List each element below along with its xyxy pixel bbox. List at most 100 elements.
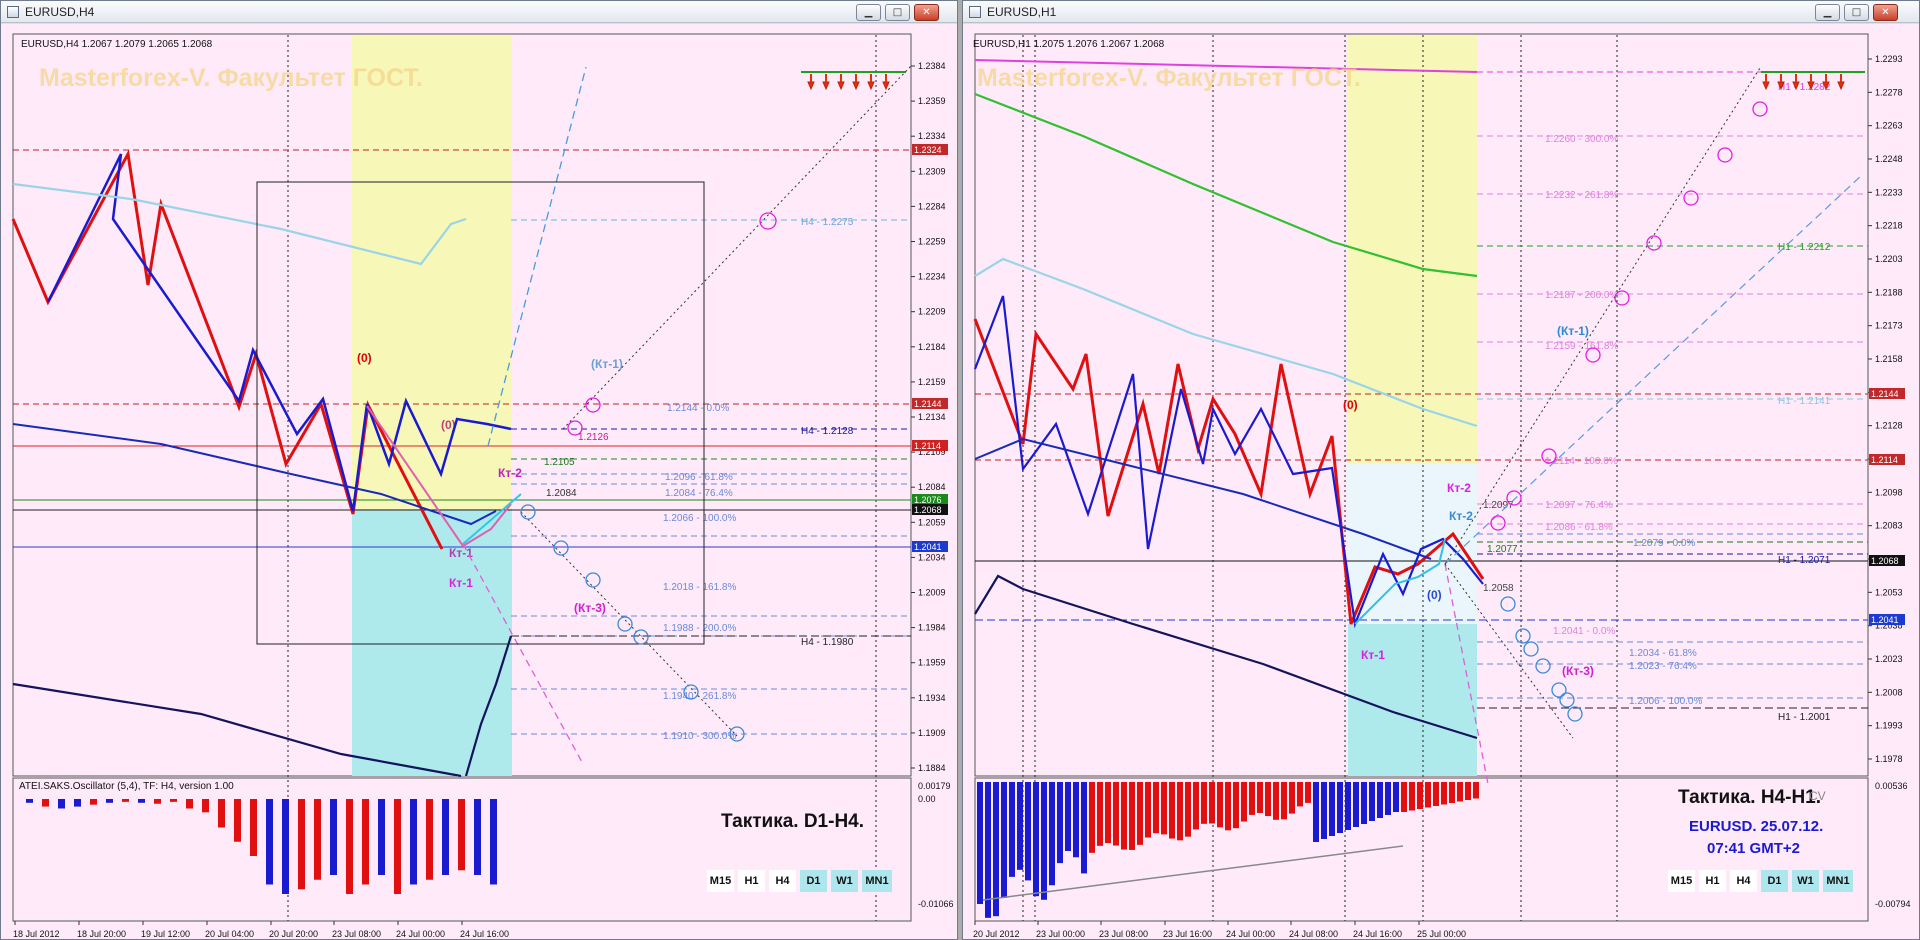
time-tick-label: 23 Jul 16:00 <box>1163 929 1212 939</box>
close-button[interactable]: ✕ <box>1873 4 1898 21</box>
timeframe-button-mn1[interactable]: MN1 <box>1823 870 1853 892</box>
level-label: 1.2034 - 61.8% <box>1629 648 1697 659</box>
level-label: 1.2077 <box>1487 544 1518 555</box>
oscillator-bar <box>122 799 129 802</box>
wave-marker: (0) <box>1343 398 1358 412</box>
level-label: 1.2066 - 100.0% <box>663 513 736 524</box>
timeframe-button-d1[interactable]: D1 <box>800 870 827 892</box>
wave-marker: (Кт-3) <box>1562 664 1594 678</box>
oscillator-bar <box>1161 782 1167 835</box>
price-chart[interactable]: 1.2384 1.2359 1.2334 1.2309 1.2284 1.2259 1.22… <box>1 24 957 939</box>
close-button[interactable]: ✕ <box>914 4 939 21</box>
timeframe-button-w1[interactable]: W1 <box>1792 870 1819 892</box>
oscillator-bar <box>250 799 257 856</box>
oscillator-bar <box>1233 782 1239 829</box>
minimize-icon: ▁ <box>864 7 873 18</box>
timeframe-button-m15[interactable]: M15 <box>707 870 734 892</box>
wave-marker: Кт-1 <box>1361 648 1385 662</box>
wave-marker: (Кт-1) <box>1557 324 1589 338</box>
price-tick-label: 1.2284 <box>918 201 946 211</box>
minimize-icon: ▁ <box>1823 7 1832 18</box>
timeframe-button-w1[interactable]: W1 <box>831 870 858 892</box>
oscillator-bar <box>1417 782 1423 809</box>
cyan-zone <box>1348 624 1477 776</box>
level-label: H1 - 1.2071 <box>1778 555 1831 566</box>
price-box-label: 1.2324 <box>914 145 942 155</box>
price-box-label: 1.2114 <box>1871 455 1898 465</box>
timeframe-button-h4[interactable]: H4 <box>1730 870 1757 892</box>
oscillator-bar <box>1241 782 1247 822</box>
oscillator-bar <box>1409 782 1415 811</box>
level-label: H1 - 1.2001 <box>1778 712 1831 723</box>
level-label: 1.2105 <box>544 457 575 468</box>
minimize-button[interactable]: ▁ <box>1815 4 1840 21</box>
price-box-label: 1.2144 <box>914 399 942 409</box>
wave-marker: Кт-2 <box>1447 481 1471 495</box>
level-label: H1 - 1.2282 <box>1778 82 1831 93</box>
price-tick-label: 1.2084 <box>918 482 946 492</box>
maximize-button[interactable]: □ <box>1844 4 1869 21</box>
timeframe-button-h1[interactable]: H1 <box>738 870 765 892</box>
maximize-icon: □ <box>892 7 903 18</box>
price-tick-label: 1.2234 <box>918 272 946 282</box>
timeframe-button-d1[interactable]: D1 <box>1761 870 1788 892</box>
oscillator-bar <box>154 799 161 804</box>
oscillator-bar <box>1425 782 1431 808</box>
price-tick-label: 1.2009 <box>918 588 946 598</box>
level-label: 1.2006 - 100.0% <box>1629 696 1702 707</box>
oscillator-bar <box>1089 782 1095 853</box>
oscillator-bar <box>1321 782 1327 839</box>
oscillator-bar <box>1265 782 1271 817</box>
level-label: 1.2023 - 76.4% <box>1629 661 1697 672</box>
chart-canvas: 1.2384 1.2359 1.2334 1.2309 1.2284 1.2259 1.22… <box>11 33 954 939</box>
oscillator-bar <box>1201 782 1207 824</box>
price-tick-label: 1.2159 <box>918 377 946 387</box>
oscillator-bar <box>1401 782 1407 812</box>
time-tick-label: 19 Jul 12:00 <box>141 929 190 939</box>
timeframe-button-h1[interactable]: H1 <box>1699 870 1726 892</box>
oscillator-bar <box>1225 782 1231 831</box>
maximize-button[interactable]: □ <box>885 4 910 21</box>
level-label: 1.1988 - 200.0% <box>663 623 736 634</box>
time-tick-label: 24 Jul 16:00 <box>1353 929 1402 939</box>
level-label: 1.2058 <box>1483 583 1514 594</box>
indicator-info: ATEI.SAKS.Oscillator (5,4), TF: H4, vers… <box>19 781 234 792</box>
cyan-zone <box>352 509 512 776</box>
level-label: 1.2126 <box>578 432 609 443</box>
time-tick-label: 18 Jul 20:00 <box>77 929 126 939</box>
right-title-bar[interactable]: EURUSD,H1 ▁ □ ✕ <box>963 1 1919 23</box>
oscillator-bar <box>1129 782 1135 850</box>
oscillator-bar <box>1273 782 1279 820</box>
wave-marker: Кт-2 <box>1449 509 1473 523</box>
oscillator-bar <box>1185 782 1191 837</box>
oscillator-bar <box>1393 782 1399 812</box>
price-tick-label: 1.2203 <box>1875 254 1903 264</box>
oscillator-bar <box>1337 782 1343 833</box>
oscillator-bar <box>58 799 65 809</box>
oscillator-bar <box>42 799 49 807</box>
minimize-button[interactable]: ▁ <box>856 4 881 21</box>
level-label: H1 - 1.2212 <box>1778 242 1831 253</box>
oscillator-bar <box>378 799 385 875</box>
price-tick-label: 1.2158 <box>1875 354 1903 364</box>
oscillator-bar <box>1449 782 1455 803</box>
left-title-bar[interactable]: EURUSD,H4 ▁ □ ✕ <box>1 1 957 23</box>
price-chart[interactable]: 1.2293 1.2278 1.2263 1.2248 1.2233 1.2218 1.22… <box>963 24 1919 939</box>
time-tick-label: 20 Jul 04:00 <box>205 929 254 939</box>
price-tick-label: 1.2083 <box>1875 521 1903 531</box>
oscillator-bar <box>1441 782 1447 805</box>
oscillator-bar <box>1177 782 1183 841</box>
oscillator-bar <box>1289 782 1295 814</box>
time-tick-label: 25 Jul 00:00 <box>1417 929 1466 939</box>
oscillator-bar <box>1001 782 1007 898</box>
timeframe-button-h4[interactable]: H4 <box>769 870 796 892</box>
price-tick-label: 1.2173 <box>1875 321 1903 331</box>
oscillator-bar <box>202 799 209 813</box>
oscillator-bar <box>282 799 289 894</box>
time-tick-label: 20 Jul 20:00 <box>269 929 318 939</box>
level-label: 1.2260 - 300.0% <box>1545 134 1618 145</box>
price-box-label: 1.2068 <box>1871 556 1899 566</box>
level-label: 1.2187 - 200.0% <box>1545 290 1618 301</box>
timeframe-button-mn1[interactable]: MN1 <box>862 870 892 892</box>
timeframe-button-m15[interactable]: M15 <box>1668 870 1695 892</box>
